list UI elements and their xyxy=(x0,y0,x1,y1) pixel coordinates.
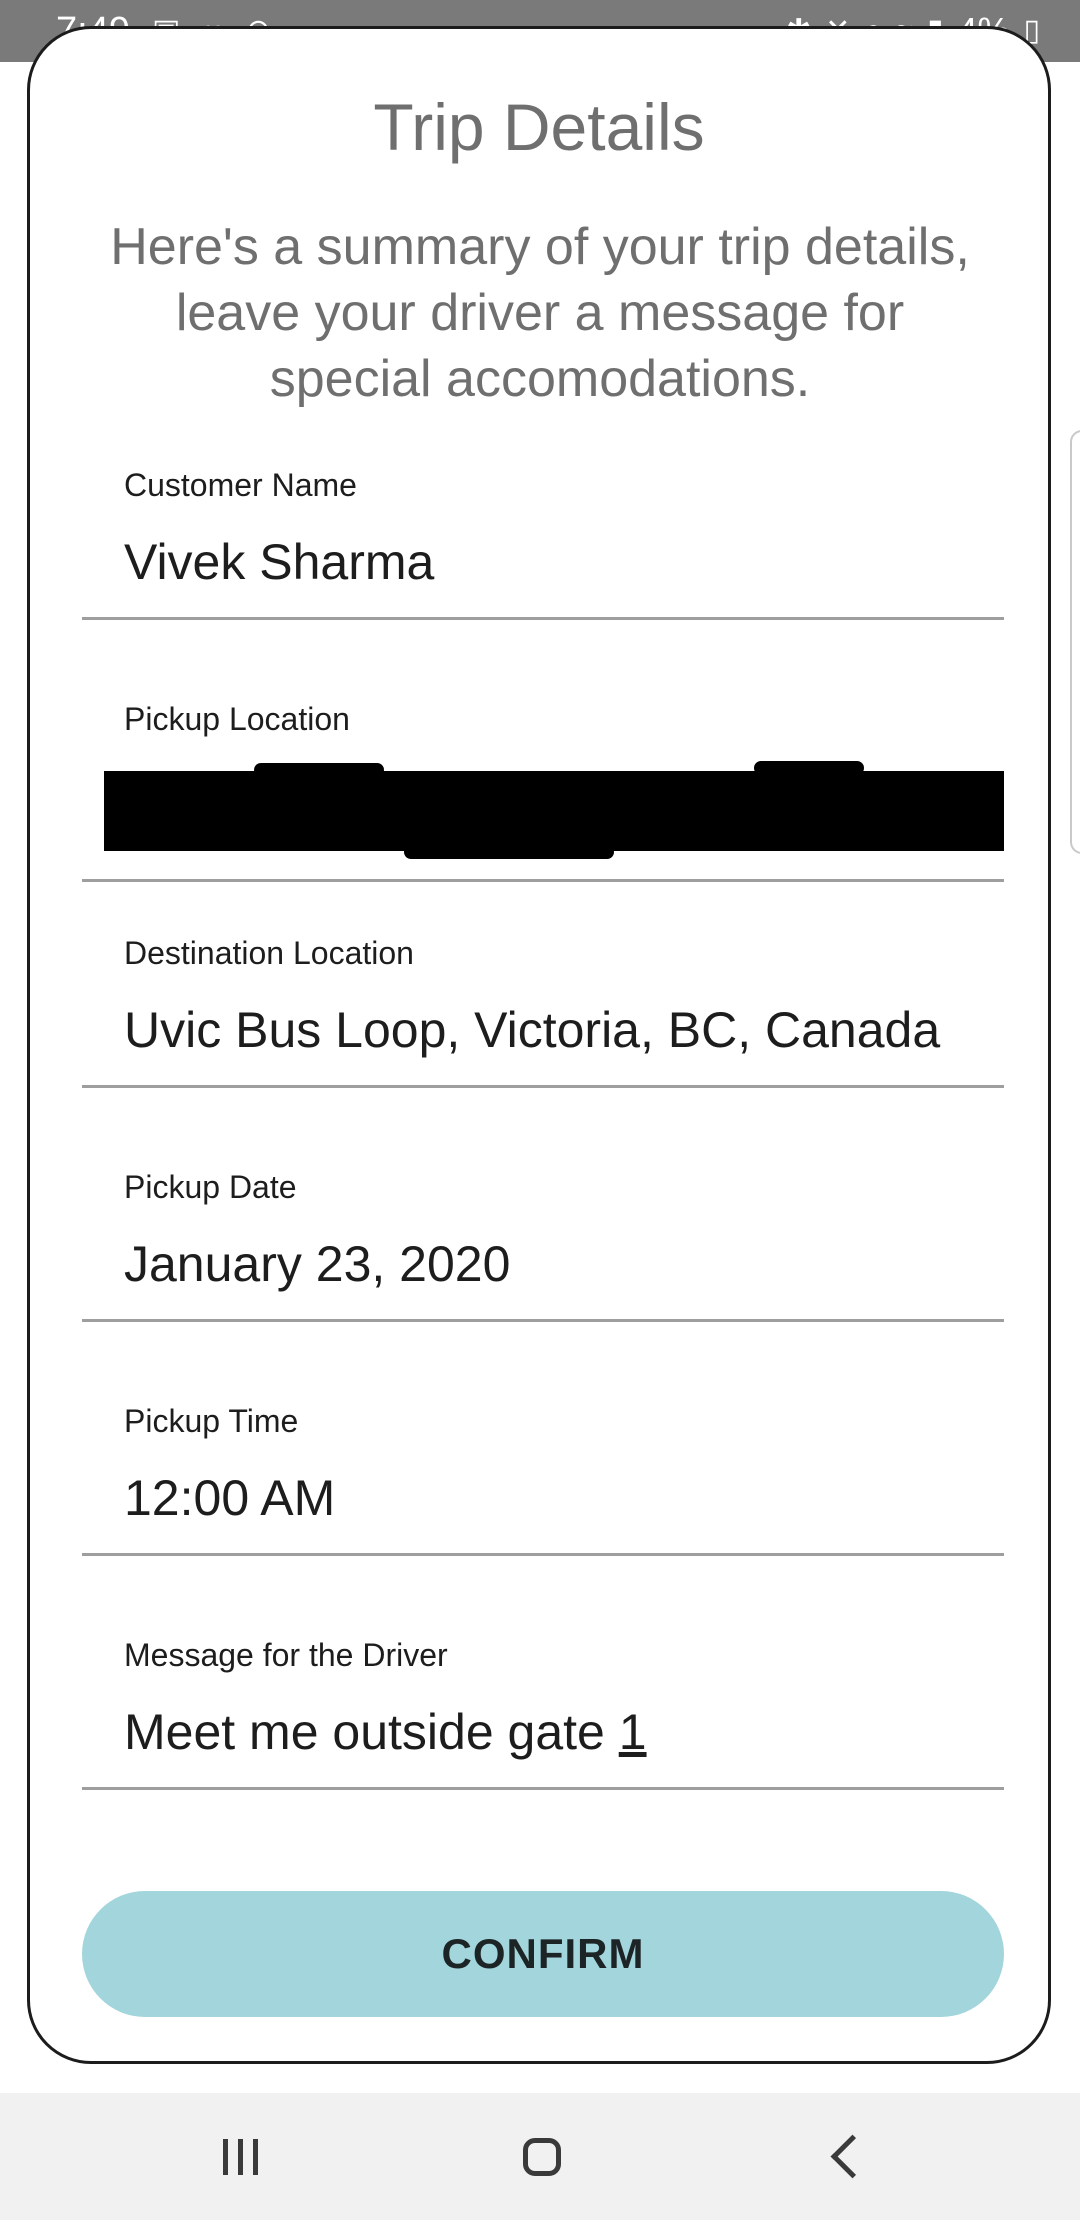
confirm-button[interactable]: CONFIRM xyxy=(82,1891,1004,2017)
back-button[interactable] xyxy=(776,2093,916,2220)
redacted-block xyxy=(254,763,384,777)
field-divider xyxy=(82,1787,1004,1790)
pickup-time-label: Pickup Time xyxy=(124,1403,299,1439)
recents-icon xyxy=(222,2138,258,2175)
home-button[interactable] xyxy=(472,2093,612,2220)
edge-panel-handle[interactable] xyxy=(1070,430,1080,854)
driver-message-composing-text: 1 xyxy=(618,1704,647,1760)
back-icon xyxy=(830,2134,874,2179)
recents-button[interactable] xyxy=(170,2093,310,2220)
field-divider xyxy=(82,879,1004,882)
field-divider xyxy=(82,1553,1004,1556)
page-title: Trip Details xyxy=(373,90,705,164)
customer-name-label: Customer Name xyxy=(124,467,357,503)
redacted-block xyxy=(104,771,1004,851)
home-icon xyxy=(523,2137,561,2176)
trip-details-card: Trip Details Here's a summary of your tr… xyxy=(27,26,1051,2064)
pickup-location-label: Pickup Location xyxy=(124,701,350,737)
redacted-block xyxy=(404,845,614,859)
pickup-time-value[interactable]: 12:00 AM xyxy=(124,1469,335,1527)
driver-message-label: Message for the Driver xyxy=(124,1637,448,1673)
field-divider xyxy=(82,617,1004,620)
field-divider xyxy=(82,1319,1004,1322)
field-divider xyxy=(82,1085,1004,1088)
customer-name-value[interactable]: Vivek Sharma xyxy=(124,533,434,591)
driver-message-input[interactable]: Meet me outside gate 1 xyxy=(124,1703,647,1761)
navigation-bar xyxy=(0,2093,1080,2220)
redacted-block xyxy=(754,761,864,775)
pickup-date-value[interactable]: January 23, 2020 xyxy=(124,1235,510,1293)
pickup-date-label: Pickup Date xyxy=(124,1169,297,1205)
driver-message-text: Meet me outside gate xyxy=(124,1704,619,1760)
destination-location-value[interactable]: Uvic Bus Loop, Victoria, BC, Canada xyxy=(124,1001,940,1059)
destination-location-label: Destination Location xyxy=(124,935,414,971)
page-subtitle: Here's a summary of your trip details, l… xyxy=(110,218,970,408)
